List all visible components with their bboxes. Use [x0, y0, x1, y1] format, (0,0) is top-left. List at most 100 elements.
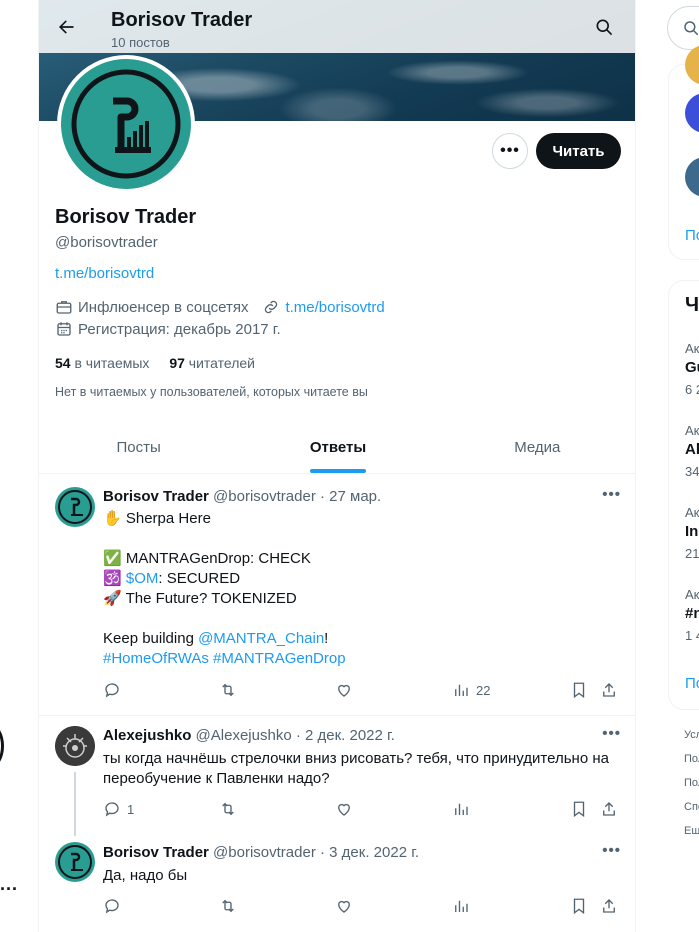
- trend-name[interactable]: In: [685, 523, 698, 540]
- views-button[interactable]: 22: [452, 681, 490, 699]
- avatar[interactable]: [55, 487, 95, 527]
- bookmark-button[interactable]: [570, 897, 588, 915]
- hashtag-link[interactable]: #MANTRAGenDrop: [213, 650, 346, 667]
- trend-name[interactable]: #n: [685, 605, 699, 622]
- trend-name[interactable]: Gu: [685, 359, 699, 376]
- tweet-author-handle[interactable]: @Alexejushko: [196, 727, 292, 744]
- profile-avatar[interactable]: [57, 55, 195, 193]
- profile-meta-row: Инфлюенсер в соцсетях t.me/borisovtrd: [55, 298, 385, 316]
- tab-media[interactable]: Медиа: [438, 421, 635, 473]
- tweet-author-handle[interactable]: @borisovtrader: [213, 488, 316, 505]
- left-panel-more-fragment[interactable]: ...: [0, 874, 18, 895]
- profile-joined: Регистрация: декабрь 2017 г.: [78, 320, 281, 338]
- share-button[interactable]: [600, 681, 618, 699]
- profile-more-button[interactable]: •••: [492, 133, 528, 169]
- left-panel-avatar-fragment: [0, 724, 4, 768]
- emblem-icon: [55, 726, 95, 766]
- tweet-date[interactable]: · 2 дек. 2022 г.: [296, 727, 395, 744]
- profile-tabs: Посты Ответы Медиа: [39, 421, 635, 474]
- tweet-text: Да, надо бы: [103, 867, 188, 884]
- avatar[interactable]: [685, 157, 699, 197]
- avatar[interactable]: [685, 93, 699, 133]
- tab-replies[interactable]: Ответы: [238, 421, 437, 473]
- show-more-link[interactable]: По: [685, 675, 699, 692]
- tab-posts[interactable]: Посты: [39, 421, 238, 473]
- mutual-followers-note: Нет в читаемых у пользователей, которых …: [55, 385, 368, 399]
- trend-count: 21,: [685, 546, 699, 561]
- tweet-text: ты когда начнёшь стрелочки вниз рисовать…: [103, 750, 609, 787]
- reply-icon: [105, 683, 119, 698]
- follow-button[interactable]: Читать: [536, 133, 621, 169]
- followers-link[interactable]: 97 читателей: [169, 355, 255, 371]
- like-button[interactable]: [335, 681, 353, 699]
- share-button[interactable]: [600, 800, 618, 818]
- views-button[interactable]: [452, 800, 470, 818]
- back-button[interactable]: [49, 10, 83, 44]
- trends-title: Чи: [685, 294, 699, 316]
- reply-button[interactable]: [103, 681, 121, 699]
- reply-icon: [105, 899, 119, 914]
- tweet[interactable]: Alexejushko @Alexejushko · 2 дек. 2022 г…: [39, 716, 635, 836]
- reply-icon: [105, 802, 119, 817]
- profile-website-link[interactable]: t.me/borisovtrd: [285, 299, 384, 316]
- search-icon: [596, 19, 612, 35]
- tweet-more-button[interactable]: •••: [602, 725, 621, 742]
- bookmark-icon: [573, 801, 585, 818]
- tweet-author-name[interactable]: Borisov Trader: [103, 488, 209, 505]
- tweet-author-name[interactable]: Alexejushko: [103, 727, 191, 744]
- heart-icon: [338, 684, 350, 697]
- bar-chart-icon: [455, 684, 468, 696]
- footer-link[interactable]: Усл: [684, 729, 699, 741]
- arrow-left-icon: [59, 20, 74, 34]
- tweet-date[interactable]: · 27 мар.: [320, 488, 381, 505]
- tweet-date[interactable]: · 3 дек. 2022 г.: [320, 844, 419, 861]
- avatar[interactable]: [55, 842, 95, 882]
- retweet-icon: [222, 802, 234, 816]
- sidebar-search-input[interactable]: [667, 6, 699, 50]
- bookmark-button[interactable]: [570, 681, 588, 699]
- thread-connector: [74, 772, 76, 836]
- like-button[interactable]: [335, 800, 353, 818]
- tweet[interactable]: Borisov Trader @borisovtrader · 27 мар. …: [39, 474, 635, 716]
- profile-name: Borisov Trader: [55, 206, 197, 228]
- search-button[interactable]: [589, 12, 619, 42]
- cashtag-link[interactable]: $OM: [126, 570, 159, 587]
- who-to-follow-card: По: [668, 45, 699, 260]
- profile-handle: @borisovtrader: [55, 234, 158, 251]
- reply-button[interactable]: 1: [103, 800, 134, 818]
- avatar[interactable]: [55, 726, 95, 766]
- tweet-text: ✋ Sherpa Here ✅ MANTRAGenDrop: CHECK 🕉️ …: [103, 510, 346, 667]
- tweet[interactable]: Borisov Trader @borisovtrader · 3 дек. 2…: [39, 836, 635, 932]
- tweet-author-name[interactable]: Borisov Trader: [103, 844, 209, 861]
- like-button[interactable]: [335, 897, 353, 915]
- bookmark-button[interactable]: [570, 800, 588, 818]
- footer-link[interactable]: Пол: [684, 753, 699, 765]
- calendar-icon: [55, 320, 73, 338]
- tweet-author-handle[interactable]: @borisovtrader: [213, 844, 316, 861]
- tweet-more-button[interactable]: •••: [602, 842, 621, 859]
- footer-link[interactable]: Пол: [684, 777, 699, 789]
- following-link[interactable]: 54 в читаемых: [55, 355, 149, 371]
- tweet-header: Borisov Trader @borisovtrader · 27 мар.: [103, 488, 381, 505]
- share-icon: [603, 683, 615, 697]
- share-button[interactable]: [600, 897, 618, 915]
- tweet-more-button[interactable]: •••: [602, 486, 621, 503]
- footer-link[interactable]: Ещ: [684, 825, 699, 837]
- views-button[interactable]: [452, 897, 470, 915]
- header-title: Borisov Trader: [111, 9, 253, 31]
- trend-context: Ак: [685, 341, 699, 356]
- footer-link[interactable]: Спе: [684, 801, 699, 813]
- mention-link[interactable]: @MANTRA_Chain: [198, 630, 324, 647]
- share-icon: [603, 802, 615, 816]
- profile-bio-link[interactable]: t.me/borisovtrd: [55, 265, 154, 282]
- retweet-button[interactable]: [219, 800, 237, 818]
- briefcase-icon: [55, 298, 73, 316]
- reply-button[interactable]: [103, 897, 121, 915]
- retweet-button[interactable]: [219, 681, 237, 699]
- hashtag-link[interactable]: #HomeOfRWAs: [103, 650, 209, 667]
- avatar[interactable]: [685, 45, 699, 85]
- tweet-actions: 1: [103, 800, 623, 820]
- retweet-button[interactable]: [219, 897, 237, 915]
- trend-name[interactable]: Ab: [685, 441, 699, 458]
- show-more-link[interactable]: По: [685, 227, 699, 244]
